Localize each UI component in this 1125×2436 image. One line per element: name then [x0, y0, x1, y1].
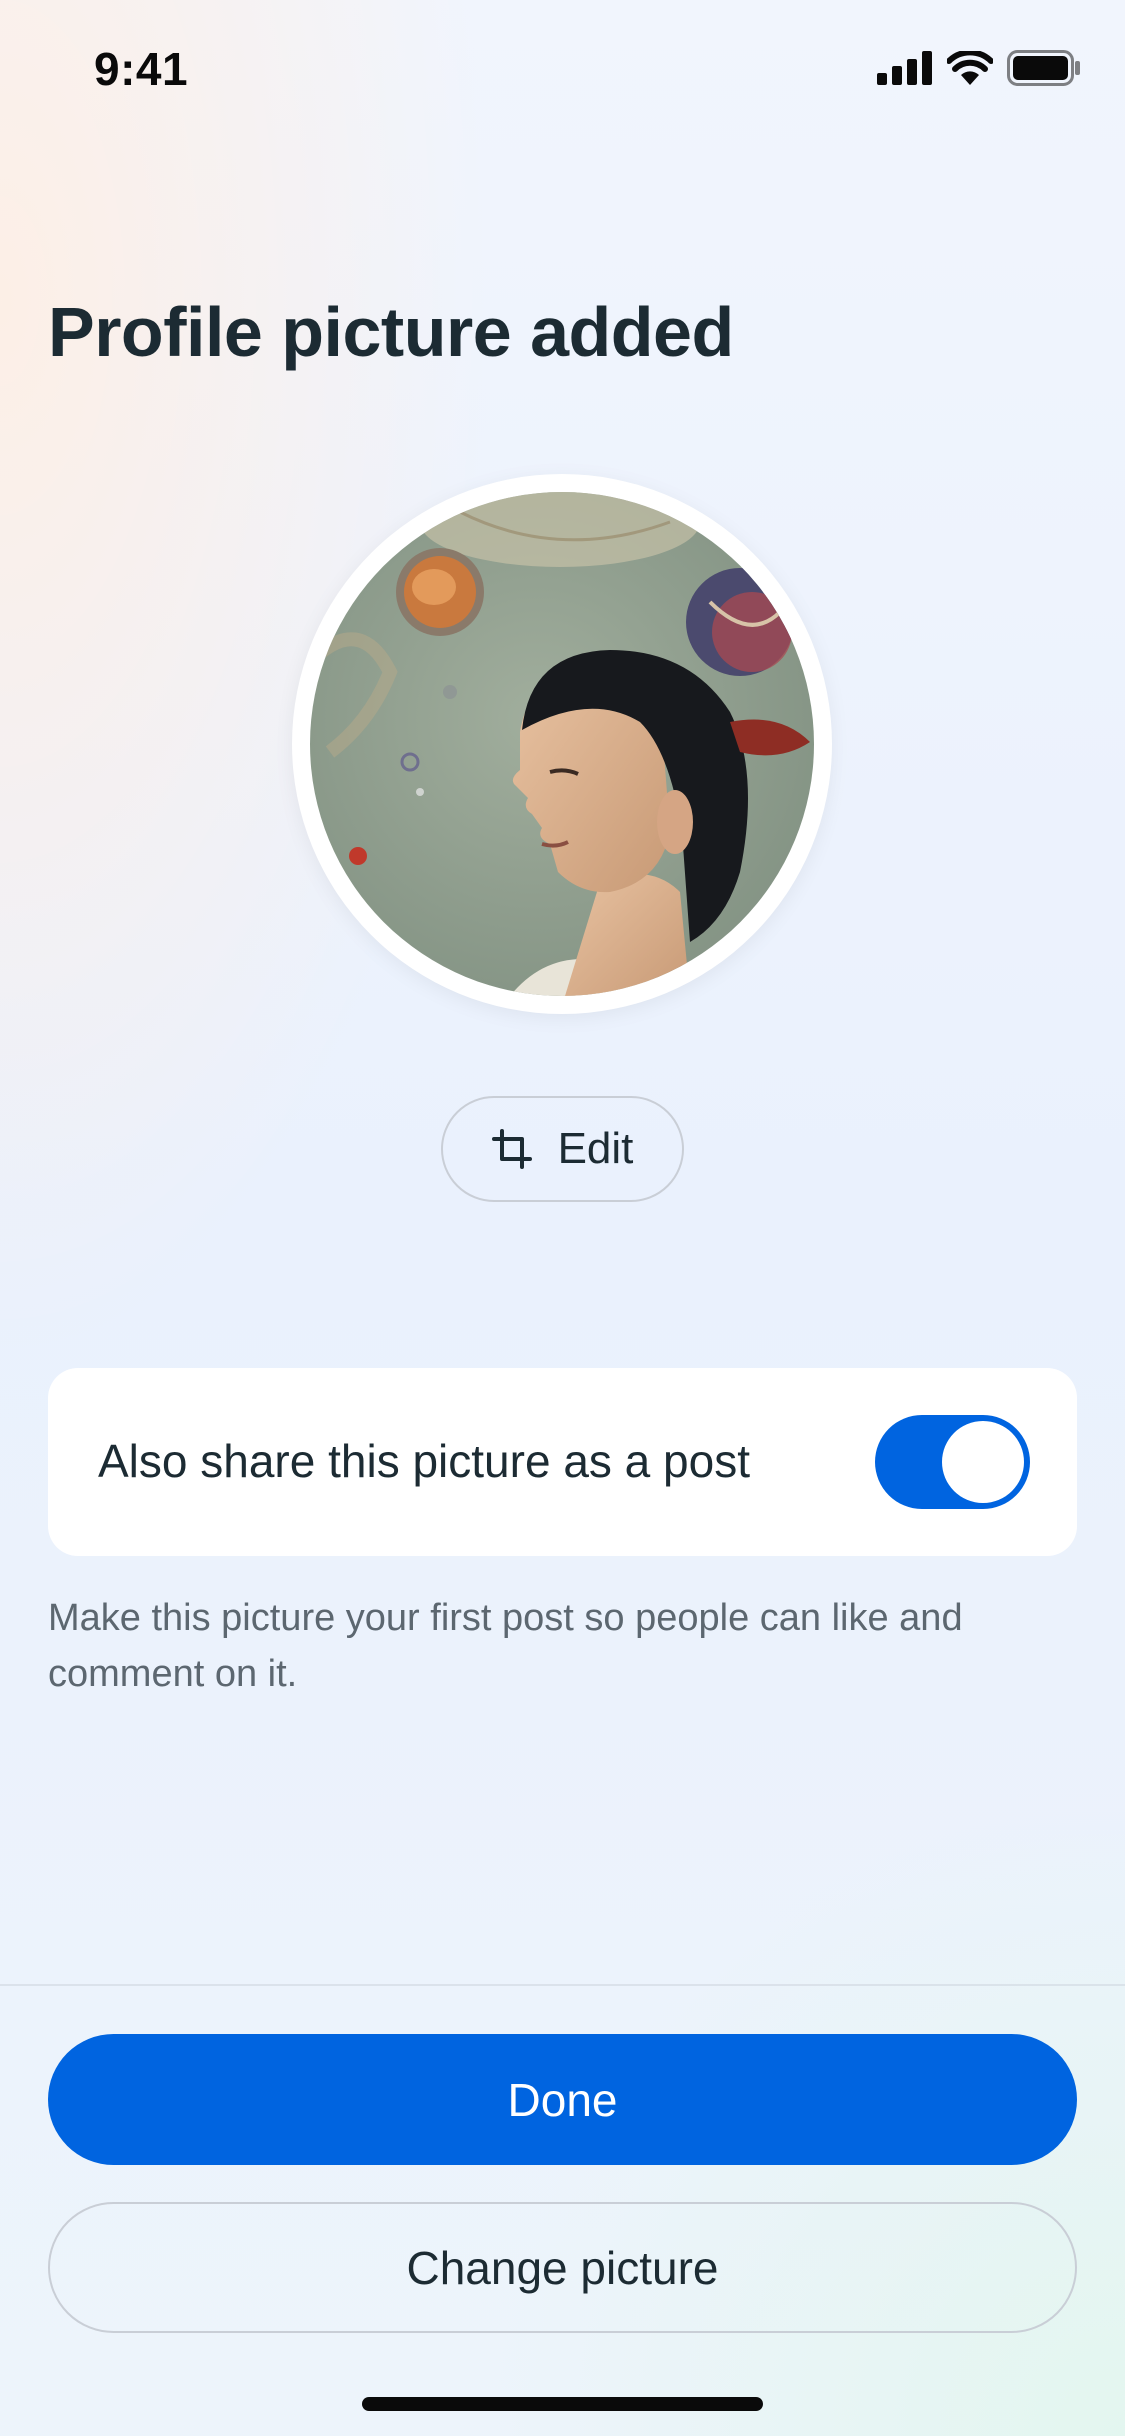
share-as-post-card: Also share this picture as a post [48, 1368, 1077, 1556]
toggle-knob [942, 1421, 1024, 1503]
edit-button-label: Edit [557, 1124, 634, 1173]
change-picture-button[interactable]: Change picture [48, 2202, 1077, 2333]
done-button[interactable]: Done [48, 2034, 1077, 2165]
status-time: 9:41 [94, 43, 189, 95]
avatar-frame [292, 474, 832, 1014]
battery-icon [1007, 50, 1080, 86]
status-icons [877, 50, 1081, 86]
page-title: Profile picture added [48, 293, 734, 371]
share-as-post-toggle[interactable] [875, 1415, 1030, 1509]
status-bar: 9:41 [0, 0, 1125, 140]
wifi-icon [947, 51, 993, 85]
footer-divider [0, 1984, 1125, 1986]
crop-icon [491, 1129, 532, 1169]
edit-button[interactable]: Edit [441, 1096, 684, 1202]
profile-picture [310, 492, 814, 996]
share-as-post-label: Also share this picture as a post [98, 1435, 750, 1487]
cellular-signal-icon [877, 51, 932, 85]
home-indicator [362, 2397, 763, 2411]
share-help-text: Make this picture your first post so peo… [48, 1597, 963, 1695]
